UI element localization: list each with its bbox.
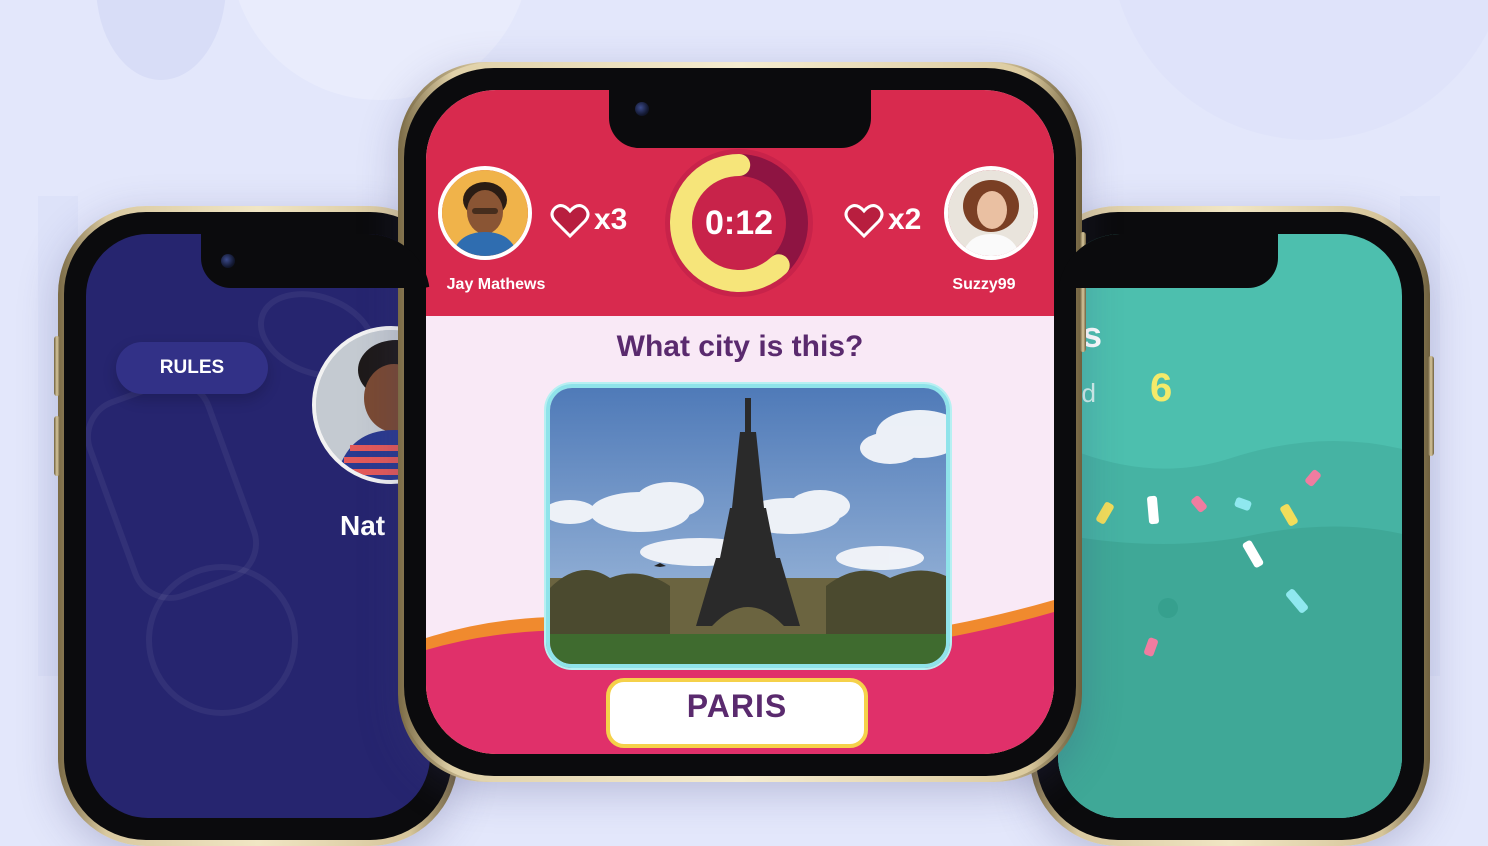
phone-notch (201, 234, 430, 288)
phone-side-button (54, 336, 60, 396)
rules-screen: RULES Nat (86, 234, 430, 818)
front-camera-icon (221, 254, 235, 268)
player-right-name: Suzzy99 (952, 276, 1016, 293)
lives-count: x3 (594, 203, 628, 236)
question-image (546, 384, 950, 668)
player-name: Nat (340, 510, 386, 541)
wave-background (1058, 441, 1402, 818)
player-left-lives: x3 (550, 202, 627, 238)
player-photo-icon (442, 170, 528, 256)
eiffel-tower-photo (550, 388, 946, 664)
front-camera-icon (635, 102, 649, 116)
phone-side-button (54, 416, 60, 476)
rules-button[interactable]: RULES (116, 342, 268, 394)
phone-notch (609, 90, 871, 148)
results-count: 6 (1150, 366, 1173, 410)
results-screen: ults ked 6 (1058, 234, 1402, 818)
background-circle (96, 0, 226, 80)
answer-option-button[interactable]: PARIS (606, 678, 868, 748)
phone-right: ults ked 6 (1030, 206, 1434, 846)
heart-icon (844, 204, 884, 238)
question-text: What city is this? (616, 330, 864, 363)
player-left-avatar[interactable] (438, 166, 532, 260)
confetti-piece (1158, 598, 1178, 618)
phone-center: Jay Mathews x3 0:12 x2 Suzzy99 What city… (398, 62, 1086, 782)
lives-count: x2 (888, 203, 922, 236)
player-photo-icon (948, 170, 1034, 256)
game-screen: Jay Mathews x3 0:12 x2 Suzzy99 What city… (426, 90, 1054, 754)
player-right-avatar[interactable] (944, 166, 1038, 260)
heart-icon (550, 204, 590, 238)
phone-notch (1058, 234, 1278, 288)
player-right-lives: x2 (844, 202, 921, 238)
phone-side-button (1428, 356, 1434, 456)
countdown-timer: 0:12 (664, 148, 814, 298)
background-doodle (146, 564, 298, 716)
player-left-name: Jay Mathews (446, 276, 546, 293)
background-circle (1110, 0, 1488, 140)
timer-value: 0:12 (704, 203, 774, 242)
